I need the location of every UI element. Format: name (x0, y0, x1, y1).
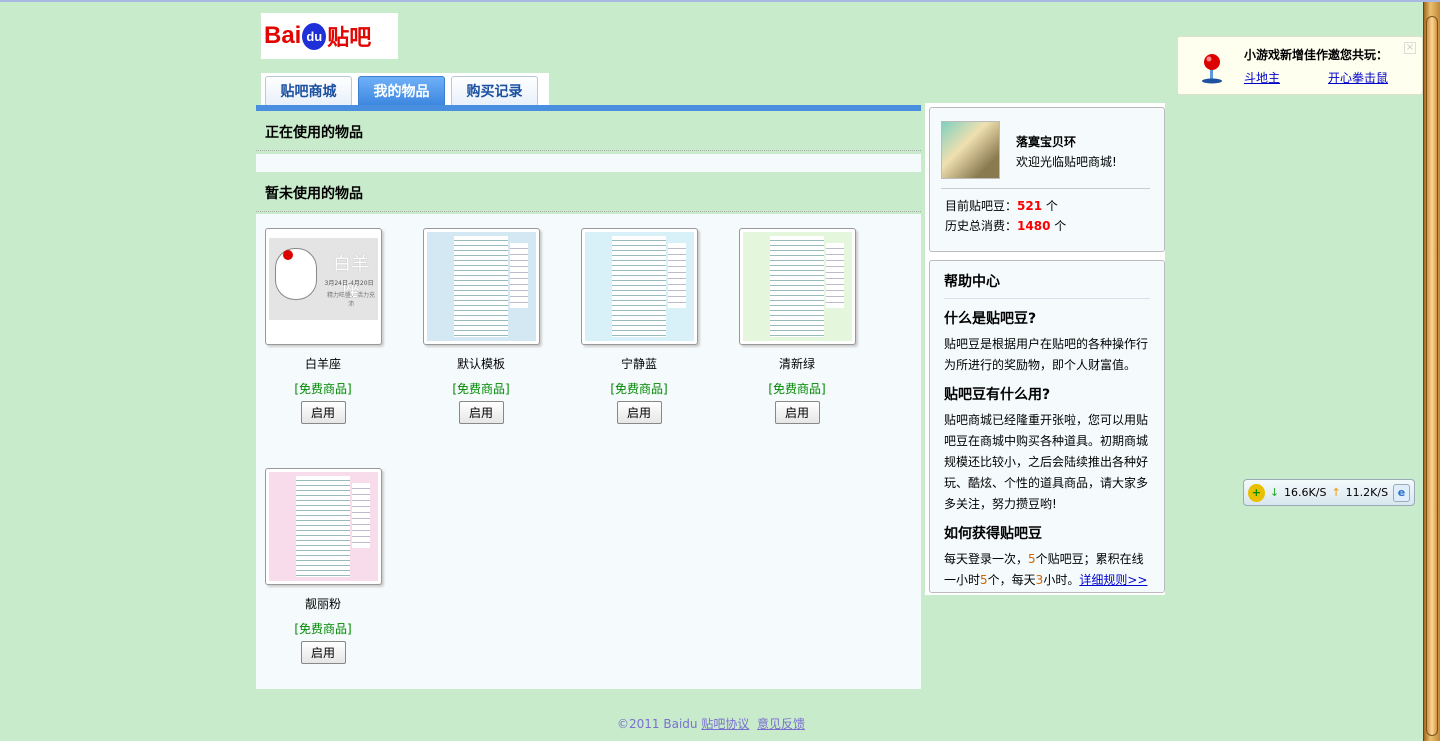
help-answer: 贴吧商城已经隆重开张啦，您可以用贴吧豆在商城中购买各种道具。初期商城规模还比较小… (944, 413, 1149, 511)
user-info-box: 落寞宝贝环 欢迎光临贴吧商城! 目前贴吧豆：521 个 历史总消费：1480 个 (929, 107, 1165, 252)
total-spent: 历史总消费：1480 个 (945, 219, 1067, 233)
item-card: 宁静蓝 [免费商品] 启用 (569, 228, 709, 424)
tab-purchase-history[interactable]: 购买记录 (451, 76, 538, 105)
security-guard-icon[interactable]: + (1248, 483, 1265, 502)
item-name: 靓丽粉 (304, 597, 341, 611)
detailed-rules-link[interactable]: 详细规则>> (1079, 573, 1147, 587)
popup-title: 小游戏新增佳作邀您共玩： (1244, 48, 1389, 62)
help-answer: 贴吧豆是根据用户在贴吧的各种操作行为所进行的奖励物，即个人财富值。 (944, 337, 1149, 372)
username: 落寞宝贝环 (1016, 135, 1077, 149)
game-link-mouse[interactable]: 开心拳击鼠 (1328, 69, 1388, 86)
tab-tieba-mall[interactable]: 贴吧商城 (265, 76, 352, 105)
thumb-date: 3月24日-4月20日 (324, 280, 374, 287)
enable-button[interactable]: 启用 (616, 401, 662, 424)
in-use-list (256, 154, 921, 172)
close-icon[interactable]: × (1404, 42, 1416, 54)
free-tag: [免费商品] (294, 382, 352, 396)
enable-button[interactable]: 启用 (300, 641, 346, 664)
sheep-horn (282, 250, 293, 260)
upload-arrow-icon: ↑ (1331, 486, 1341, 499)
scrollbar-thumb[interactable] (1426, 16, 1438, 736)
thumb-desc: 精力旺盛、活力充沛 (326, 292, 375, 308)
tab-bar: 贴吧商城 我的物品 购买记录 (261, 73, 549, 105)
free-tag: [免费商品] (452, 382, 510, 396)
item-card: 清新绿 [免费商品] 启用 (727, 228, 867, 424)
divider (941, 188, 1150, 189)
item-name: 宁静蓝 (620, 357, 657, 371)
game-link-doudizhu[interactable]: 斗地主 (1244, 69, 1280, 86)
ie-icon[interactable]: e (1393, 483, 1410, 502)
free-tag: [免费商品] (768, 382, 826, 396)
template-preview (742, 232, 852, 341)
item-thumbnail[interactable]: 白羊座 3月24日-4月20日 精力旺盛、活力充沛 (264, 228, 382, 345)
help-question: 如何获得贴吧豆 (944, 526, 1042, 542)
item-thumbnail[interactable] (264, 468, 382, 585)
minigame-popup: 小游戏新增佳作邀您共玩： 斗地主 开心拳击鼠 × (1177, 36, 1423, 95)
item-card: 默认模板 [免费商品] 启用 (411, 228, 551, 424)
map-pin-icon (1202, 54, 1222, 84)
scrollbar[interactable] (1423, 2, 1440, 741)
item-card: 靓丽粉 [免费商品] 启用 (253, 468, 393, 664)
welcome-text: 欢迎光临贴吧商城! (1016, 155, 1117, 169)
download-speed: 16.6K/S (1284, 486, 1327, 499)
feedback-link[interactable]: 意见反馈 (757, 717, 805, 731)
free-tag: [免费商品] (294, 622, 352, 636)
unused-items-panel: 白羊座 3月24日-4月20日 精力旺盛、活力充沛 白羊座 [免费商品] 启用 … (256, 214, 921, 689)
sheep-icon (274, 248, 317, 300)
help-answer: 每天登录一次，5个贴吧豆；累积在线一小时5个，每天3小时。详细规则>> (944, 552, 1148, 587)
template-preview (584, 232, 694, 341)
template-preview (426, 232, 536, 341)
item-name: 默认模板 (456, 357, 505, 371)
aries-image: 白羊座 3月24日-4月20日 精力旺盛、活力充沛 (268, 238, 378, 320)
baidu-tieba-logo[interactable]: Bai du 贴吧 (261, 13, 398, 59)
upload-speed: 11.2K/S (1345, 486, 1389, 499)
enable-button[interactable]: 启用 (300, 401, 346, 424)
section-unused-title: 暂未使用的物品 (256, 172, 921, 212)
free-tag: [免费商品] (610, 382, 668, 396)
help-question: 什么是贴吧豆? (944, 311, 1037, 327)
item-name: 白羊座 (304, 357, 341, 371)
help-center: 帮助中心 什么是贴吧豆? 贴吧豆是根据用户在贴吧的各种操作行为所进行的奖励物，即… (929, 260, 1165, 593)
copyright: ©2011 Baidu (617, 717, 698, 731)
download-arrow-icon: ↓ (1269, 486, 1280, 499)
network-speed-widget: + ↓ 16.6K/S ↑ 11.2K/S e (1243, 479, 1415, 506)
current-beans: 目前贴吧豆：521 个 (945, 199, 1058, 213)
item-thumbnail[interactable] (738, 228, 856, 345)
footer: ©2011 Baidu 贴吧协议 意见反馈 (0, 715, 1422, 732)
template-preview (268, 472, 378, 581)
item-thumbnail[interactable] (422, 228, 540, 345)
enable-button[interactable]: 启用 (774, 401, 820, 424)
help-question: 贴吧豆有什么用? (944, 387, 1051, 403)
agreement-link[interactable]: 贴吧协议 (701, 717, 749, 731)
enable-button[interactable]: 启用 (458, 401, 504, 424)
item-card: 白羊座 3月24日-4月20日 精力旺盛、活力充沛 白羊座 [免费商品] 启用 (253, 228, 393, 424)
help-title: 帮助中心 (944, 271, 1150, 299)
item-name: 清新绿 (778, 357, 815, 371)
avatar[interactable] (941, 121, 1000, 179)
section-in-use-title: 正在使用的物品 (256, 111, 921, 151)
item-thumbnail[interactable] (580, 228, 698, 345)
tab-my-items[interactable]: 我的物品 (358, 76, 445, 105)
